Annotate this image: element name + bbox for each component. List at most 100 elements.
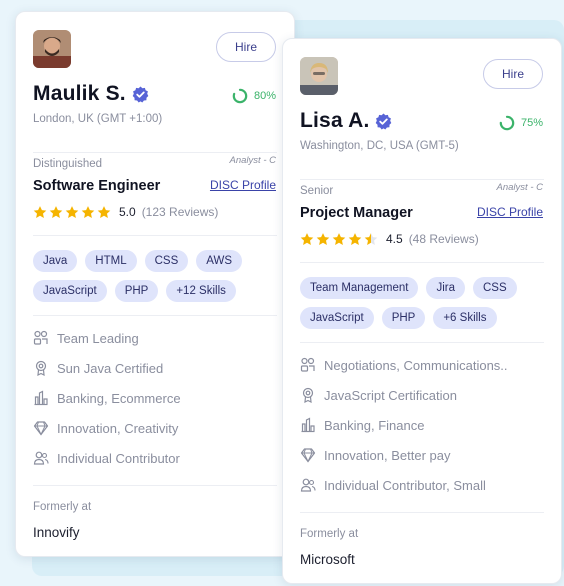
rating-row: 4.5 (48 Reviews) (300, 232, 479, 246)
hire-button[interactable]: Hire (483, 59, 543, 89)
role-title: Project Manager (300, 205, 413, 221)
seniority-level: Distinguished (33, 158, 103, 170)
star-icon (348, 233, 362, 245)
seniority-level: Senior (300, 185, 334, 197)
divider (33, 152, 277, 153)
analyst-label: Analyst - C (229, 155, 276, 166)
attribute-text: Negotiations, Communications.. (324, 357, 508, 373)
skill-tag[interactable]: Team Management (300, 277, 419, 299)
former-company: Innovify (33, 525, 80, 540)
attribute-text: Banking, Ecommerce (57, 390, 181, 406)
skill-tag[interactable]: Jira (426, 277, 465, 299)
skill-tag[interactable]: Java (33, 250, 78, 272)
attribute-row: Team Leading (33, 330, 139, 346)
formerly-label: Formerly at (300, 528, 359, 540)
skill-tag[interactable]: +6 Skills (433, 307, 497, 329)
industry-icon (34, 390, 48, 406)
attribute-row: Individual Contributor, Small (300, 477, 486, 493)
divider (300, 512, 544, 513)
divider (300, 342, 544, 343)
skill-tags: Team Management Jira CSS JavaScript PHP +6 Sk… (300, 277, 551, 329)
attribute-text: Sun Java Certified (57, 360, 164, 376)
review-count: (123 Reviews) (141, 205, 219, 219)
divider (33, 235, 277, 236)
location-text: London, UK (GMT +1:00) (33, 113, 163, 125)
certificate-icon (302, 387, 314, 403)
attribute-row: Banking, Ecommerce (33, 390, 181, 406)
progress-ring-icon (232, 88, 248, 104)
skill-tags: Java HTML CSS AWS JavaScript PHP +12 Skills (33, 250, 284, 302)
analyst-label: Analyst - C (496, 182, 543, 193)
attribute-row: Innovation, Creativity (33, 420, 178, 436)
star-icon (332, 233, 346, 245)
candidate-name: Lisa A. (300, 109, 370, 132)
attribute-row: Negotiations, Communications.. (300, 357, 508, 373)
star-icon (81, 206, 95, 218)
divider (300, 179, 544, 180)
star-rating (300, 232, 380, 246)
avatar (300, 57, 338, 95)
skill-tag[interactable]: CSS (472, 277, 517, 299)
skill-tag[interactable]: CSS (144, 250, 189, 272)
attribute-row: Innovation, Better pay (300, 447, 450, 463)
verified-icon (132, 86, 149, 103)
rating-value: 5.0 (119, 205, 136, 219)
attribute-row: JavaScript Certification (300, 387, 457, 403)
role-title: Software Engineer (33, 178, 161, 194)
people-icon (300, 478, 316, 492)
former-company: Microsoft (300, 552, 355, 567)
progress-ring-icon (499, 115, 515, 131)
attribute-text: Innovation, Better pay (324, 447, 451, 463)
diamond-icon (33, 421, 49, 436)
candidate-card: Hire Maulik S. 80% London, UK (GMT +1:00… (15, 11, 295, 557)
attribute-row: Sun Java Certified (33, 360, 163, 376)
skill-tag[interactable]: AWS (196, 250, 243, 272)
attribute-text: JavaScript Certification (324, 387, 457, 403)
divider (33, 315, 277, 316)
team-icon (300, 357, 315, 372)
skill-tag[interactable]: JavaScript (300, 307, 374, 329)
attribute-row: Banking, Finance (300, 417, 424, 433)
score-value: 80% (253, 90, 276, 102)
certificate-icon (35, 360, 47, 376)
star-icon (364, 233, 378, 245)
skill-tag[interactable]: PHP (381, 307, 426, 329)
star-icon (316, 233, 330, 245)
star-icon (65, 206, 79, 218)
attribute-text: Team Leading (57, 330, 139, 346)
hire-button[interactable]: Hire (216, 32, 276, 62)
attribute-row: Individual Contributor (33, 450, 180, 466)
rating-row: 5.0 (123 Reviews) (33, 205, 218, 219)
match-score: 75% (499, 115, 543, 131)
candidate-card: Hire Lisa A. 75% Washington, DC, USA (GM… (282, 38, 562, 584)
star-icon (300, 233, 314, 245)
attribute-text: Banking, Finance (324, 417, 425, 433)
skill-tag[interactable]: PHP (114, 280, 159, 302)
industry-icon (301, 417, 315, 433)
attribute-text: Innovation, Creativity (57, 420, 179, 436)
disc-profile-link[interactable]: DISC Profile (477, 205, 543, 219)
review-count: (48 Reviews) (408, 232, 479, 246)
match-score: 80% (232, 88, 276, 104)
star-rating (33, 205, 113, 219)
people-icon (33, 451, 49, 465)
avatar (33, 30, 71, 68)
disc-profile-link[interactable]: DISC Profile (210, 178, 276, 192)
verified-icon (375, 113, 392, 130)
candidate-name: Maulik S. (33, 82, 126, 105)
skill-tag[interactable]: +12 Skills (166, 280, 236, 302)
star-icon (97, 206, 111, 218)
divider (300, 262, 544, 263)
score-value: 75% (520, 117, 543, 129)
star-icon (49, 206, 63, 218)
star-icon (33, 206, 47, 218)
team-icon (33, 330, 48, 345)
skill-tag[interactable]: JavaScript (33, 280, 107, 302)
skill-tag[interactable]: HTML (85, 250, 137, 272)
rating-value: 4.5 (386, 232, 403, 246)
attribute-text: Individual Contributor, Small (324, 477, 486, 493)
divider (33, 485, 277, 486)
attribute-text: Individual Contributor (57, 450, 180, 466)
location-text: Washington, DC, USA (GMT-5) (300, 140, 459, 152)
diamond-icon (300, 448, 316, 463)
